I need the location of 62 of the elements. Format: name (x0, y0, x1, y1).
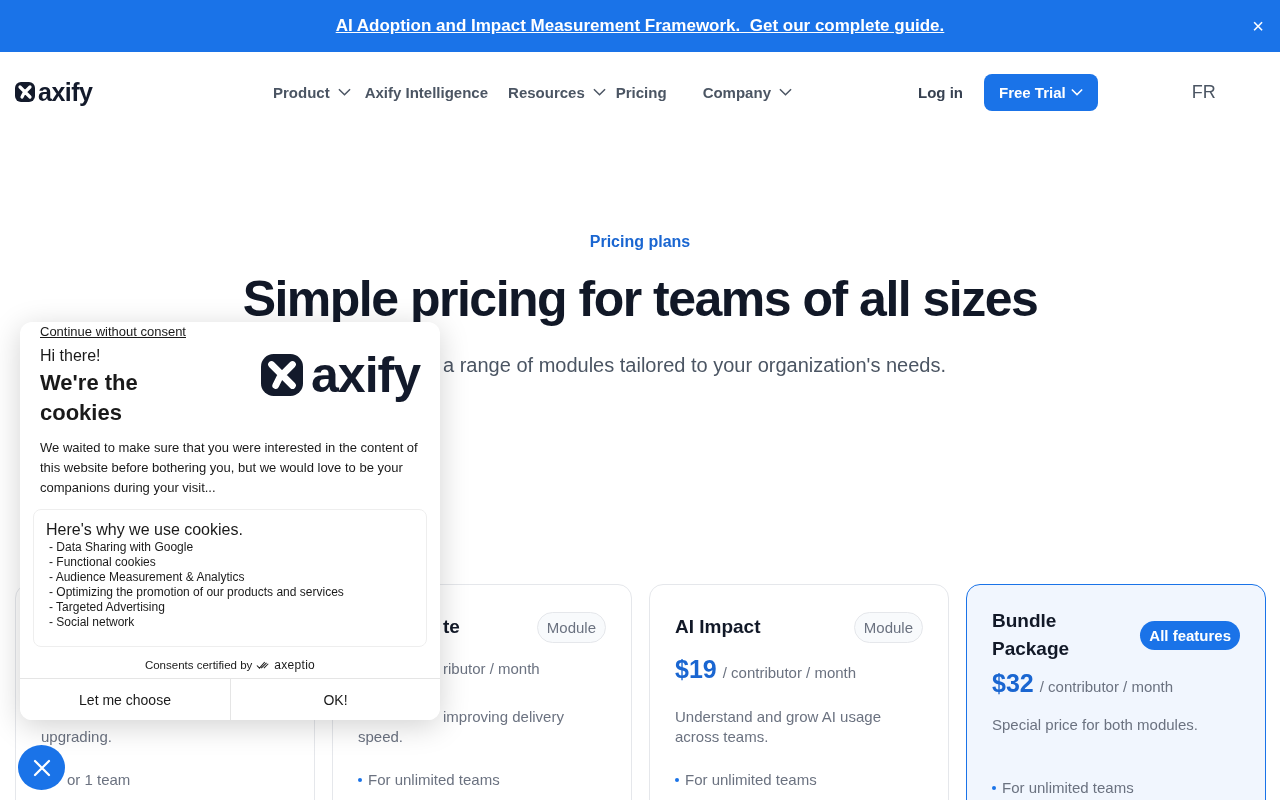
close-icon (31, 757, 52, 778)
plan-title: te (443, 615, 460, 639)
reason-item: - Targeted Advertising (48, 600, 166, 615)
plan-title: Bundle Package (992, 610, 1070, 659)
logo-wordmark[interactable]: axify (38, 77, 93, 107)
plan-title: AI Impact (675, 616, 761, 637)
free-trial-button[interactable]: Free Trial (984, 73, 1098, 111)
plan-feature: For unlimited teams (368, 771, 500, 788)
guide-link[interactable]: AI Adoption and Impact Measurement Framework. Get our complete guide. (335, 16, 945, 36)
plan-description: speed. (358, 727, 405, 747)
logo-icon (261, 354, 304, 396)
language-link[interactable]: FR (1191, 81, 1216, 103)
reason-item: - Social network (48, 615, 136, 630)
reason-item: - Optimizing the promotion of our products and services (48, 585, 345, 600)
plan-description: improving delivery (443, 707, 565, 727)
certified-label: Consents certified by (144, 659, 253, 671)
plan-feature: For unlimited teams (685, 771, 817, 788)
plan-tag: Module (853, 611, 923, 643)
bullet-icon (358, 777, 362, 782)
plan-description: upgrading. (41, 727, 113, 747)
bullet-icon (992, 785, 996, 790)
certifier-wordmark: axeptio (274, 658, 316, 672)
price-unit: / contributor / month (722, 663, 857, 683)
plan-price: $19 (675, 654, 717, 685)
checkmarks-icon (256, 660, 271, 670)
chevron-down-icon (337, 88, 351, 96)
reasons-title: Here's why we use cookies. (46, 520, 244, 540)
dialog-title: We're the cookies (40, 369, 139, 427)
nav-link[interactable]: Resources (508, 83, 606, 101)
bullet-icon (675, 777, 679, 782)
nav-link[interactable]: Company (702, 83, 792, 101)
page-subtitle: a range of modules tailored to your organization's needs. (443, 353, 947, 378)
section-eyebrow: Pricing plans (588, 232, 692, 252)
price-unit: ributor / month (443, 659, 540, 679)
logo-wordmark: axify (311, 350, 420, 400)
plan-feature: For unlimited teams (1002, 779, 1134, 796)
nav-link[interactable]: Axify Intelligence (364, 83, 489, 101)
price-unit: / contributor / month (1039, 677, 1174, 697)
consent-button[interactable]: OK! (230, 679, 440, 720)
plan-description: Special price for both modules. (992, 715, 1199, 735)
continue-without-consent-link[interactable]: Continue without consent (40, 324, 186, 340)
consent-button[interactable]: Let me choose (20, 679, 230, 720)
chevron-down-icon (592, 88, 606, 96)
logo-icon (15, 82, 35, 102)
plan-description: Understand and grow AI usage (675, 707, 882, 727)
plan-tag: All features (1140, 620, 1240, 650)
reason-item: - Functional cookies (48, 555, 157, 570)
page-title: Simple pricing for teams of all sizes (241, 270, 1039, 329)
chevron-down-icon (778, 88, 792, 96)
dialog-greeting: Hi there! (40, 346, 101, 366)
login-link[interactable]: Log in (918, 83, 963, 101)
reason-item: - Audience Measurement & Analytics (48, 570, 246, 585)
plan-feature: or 1 team (67, 771, 131, 788)
plan-tag: Module (536, 611, 606, 643)
plan-price: $32 (992, 668, 1034, 699)
nav-link[interactable]: Product (273, 83, 351, 101)
nav-link[interactable]: Pricing (615, 83, 667, 101)
chevron-down-icon (1070, 88, 1083, 96)
dialog-text: We waited to make sure that you were interested in the content of this website before bothering you, but we would love to be your companions during your visit... (40, 439, 419, 497)
reason-item: - Data Sharing with Google (48, 540, 195, 555)
plan-description: across teams. (675, 727, 770, 747)
close-button[interactable]: × (1248, 16, 1268, 36)
